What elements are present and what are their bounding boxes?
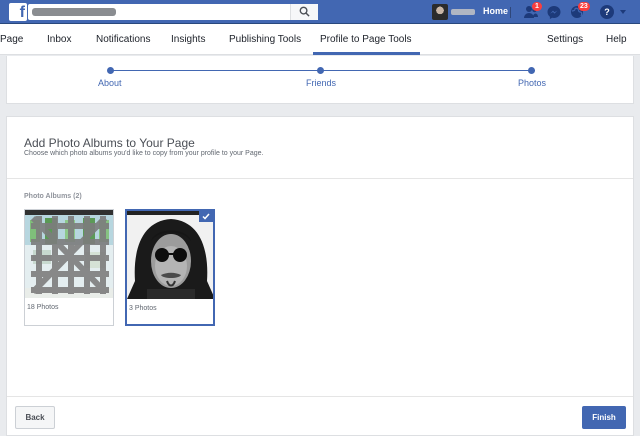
search-icon xyxy=(299,6,310,17)
step-dot-about xyxy=(107,67,114,74)
avatar[interactable] xyxy=(432,4,448,20)
album-card-selected[interactable]: 3 Photos xyxy=(125,209,215,326)
tab-inbox[interactable]: Inbox xyxy=(47,34,71,45)
step-label-about: About xyxy=(98,78,122,88)
step-dot-friends xyxy=(317,67,324,74)
progress-stepper: About Friends Photos xyxy=(6,56,634,104)
albums-panel: Add Photo Albums to Your Page Choose whi… xyxy=(6,116,634,436)
step-dot-photos xyxy=(528,67,535,74)
search-button[interactable] xyxy=(290,4,318,20)
tab-help[interactable]: Help xyxy=(606,34,627,45)
album-cover-image xyxy=(127,211,213,299)
friend-requests-button[interactable]: 1 xyxy=(523,2,542,20)
divider xyxy=(7,178,633,179)
friend-requests-badge: 1 xyxy=(532,2,542,11)
album-card[interactable]: 18 Photos xyxy=(24,209,114,326)
step-label-friends: Friends xyxy=(306,78,337,88)
albums-heading: Photo Albums (2) xyxy=(24,193,82,200)
step-label-photos: Photos xyxy=(518,78,547,88)
notifications-button[interactable]: 23 xyxy=(569,2,590,20)
page-title: Add Photo Albums to Your Page xyxy=(24,136,195,150)
checkmark-icon xyxy=(202,213,210,220)
tab-profile-to-page-tools[interactable]: Profile to Page Tools xyxy=(320,34,412,45)
redacted-search-text xyxy=(32,8,116,16)
redacted-user-name[interactable] xyxy=(451,9,475,15)
divider xyxy=(510,7,511,18)
home-link[interactable]: Home xyxy=(483,6,508,16)
album-photo-count: 3 Photos xyxy=(129,305,157,312)
back-button[interactable]: Back xyxy=(15,406,55,429)
chevron-down-icon[interactable] xyxy=(620,10,626,14)
top-bar: f Home 1 23 ? xyxy=(0,0,640,24)
album-cover-image xyxy=(25,210,113,298)
help-icon[interactable]: ? xyxy=(600,5,614,19)
notifications-badge: 23 xyxy=(578,2,590,11)
search-input[interactable] xyxy=(28,4,318,20)
finish-button[interactable]: Finish xyxy=(582,406,626,429)
album-photo-count: 18 Photos xyxy=(27,304,59,311)
page-subtitle: Choose which photo albums you'd like to … xyxy=(24,150,264,157)
facebook-logo[interactable]: f xyxy=(9,3,27,21)
messenger-icon xyxy=(547,6,561,19)
tab-page[interactable]: Page xyxy=(0,34,23,45)
logo-letter: f xyxy=(19,4,25,21)
selected-check-badge xyxy=(199,211,213,222)
tab-settings[interactable]: Settings xyxy=(547,34,583,45)
tab-publishing-tools[interactable]: Publishing Tools xyxy=(229,34,301,45)
messenger-button[interactable] xyxy=(546,4,562,20)
page-nav: Page Inbox Notifications Insights Publis… xyxy=(0,24,640,55)
divider xyxy=(7,396,633,397)
active-tab-indicator xyxy=(313,52,420,55)
tab-notifications[interactable]: Notifications xyxy=(96,34,150,45)
tab-insights[interactable]: Insights xyxy=(171,34,205,45)
